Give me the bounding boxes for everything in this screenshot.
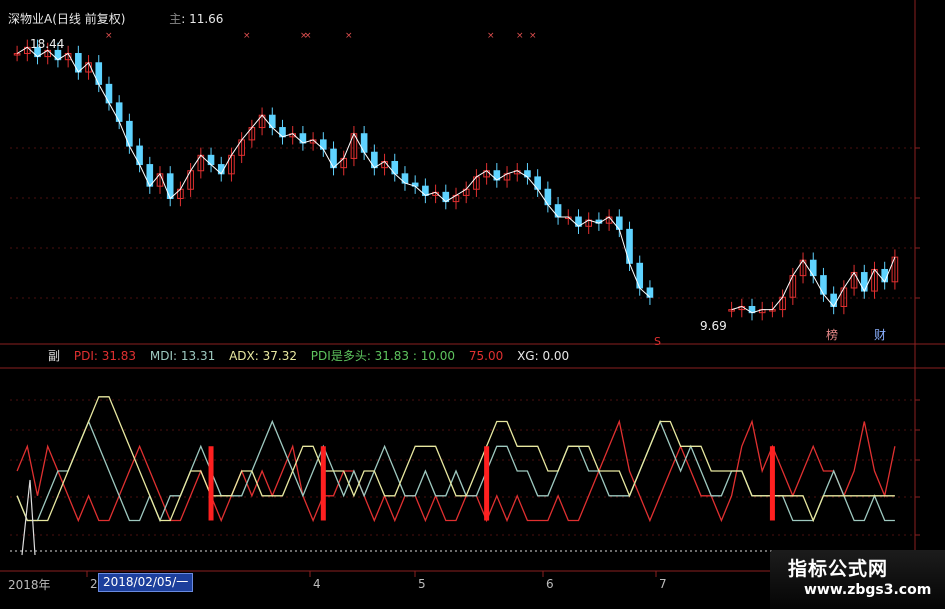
high-price-label: 18.44	[30, 37, 64, 51]
adx-spike	[21, 479, 36, 556]
month-label: 5	[418, 577, 426, 591]
mark-bang: 榜	[826, 327, 838, 342]
watermark-url: www.zbgs3.com	[804, 582, 932, 598]
signal-bars	[21, 446, 775, 556]
x-marker: ×	[345, 31, 353, 41]
signal-bar	[320, 446, 326, 521]
adx-readout: ADX: 37.32	[229, 349, 297, 363]
candlestick-series	[13, 39, 899, 321]
x-marker: ×	[487, 31, 495, 41]
month-label: 4	[313, 577, 321, 591]
cursor-date-box[interactable]: 2018/02/05/一	[98, 573, 194, 592]
adx-line	[16, 396, 895, 523]
low-price-label: 9.69	[700, 319, 727, 333]
watermark: 指标公式网 www.zbgs3.com	[770, 550, 945, 609]
year-label: 2018年	[8, 578, 51, 592]
month-label: 7	[659, 577, 667, 591]
signal-bar	[769, 446, 775, 521]
x-marker: ×	[243, 31, 251, 41]
month-label: 2	[90, 577, 98, 591]
pdi-bull-readout: PDI是多头: 31.83 : 10.00	[310, 349, 456, 363]
ma-label: 主	[169, 12, 182, 26]
x-marker: ×	[304, 31, 312, 41]
x-marker: ×	[105, 31, 113, 41]
x-marker: ×	[529, 31, 537, 41]
x-marker: ×	[516, 31, 524, 41]
mdi-line	[16, 419, 895, 523]
watermark-title: 指标公式网	[788, 558, 889, 580]
signal-bar	[484, 446, 490, 521]
mark-cai: 财	[874, 328, 886, 342]
stock-chart[interactable]: 18.449.69S 榜财× × ×× × × × × 24567	[0, 0, 945, 609]
indicator-header: 副 PDI: 31.83 MDI: 13.31 ADX: 37.32 PDI是多…	[48, 347, 579, 364]
indicator-tag: 副	[48, 349, 61, 363]
month-label: 6	[546, 577, 554, 591]
indicator-lines	[16, 396, 896, 523]
xg-readout: XG: 0.00	[517, 349, 570, 363]
mdi-readout: MDI: 13.31	[149, 349, 216, 363]
ma-value: : 11.66	[181, 12, 224, 26]
mark-s: S	[654, 335, 661, 348]
threshold-readout: 75.00	[468, 349, 504, 363]
pdi-readout: PDI: 31.83	[73, 349, 137, 363]
price-marks: 18.449.69S 榜财× × ×× × × × ×	[30, 31, 886, 348]
price-panel-header: 深物业A(日线 前复权) 主: 11.66	[8, 10, 223, 27]
chart-grid	[0, 0, 945, 572]
signal-bar	[208, 446, 214, 521]
security-title: 深物业A(日线 前复权)	[8, 12, 126, 26]
